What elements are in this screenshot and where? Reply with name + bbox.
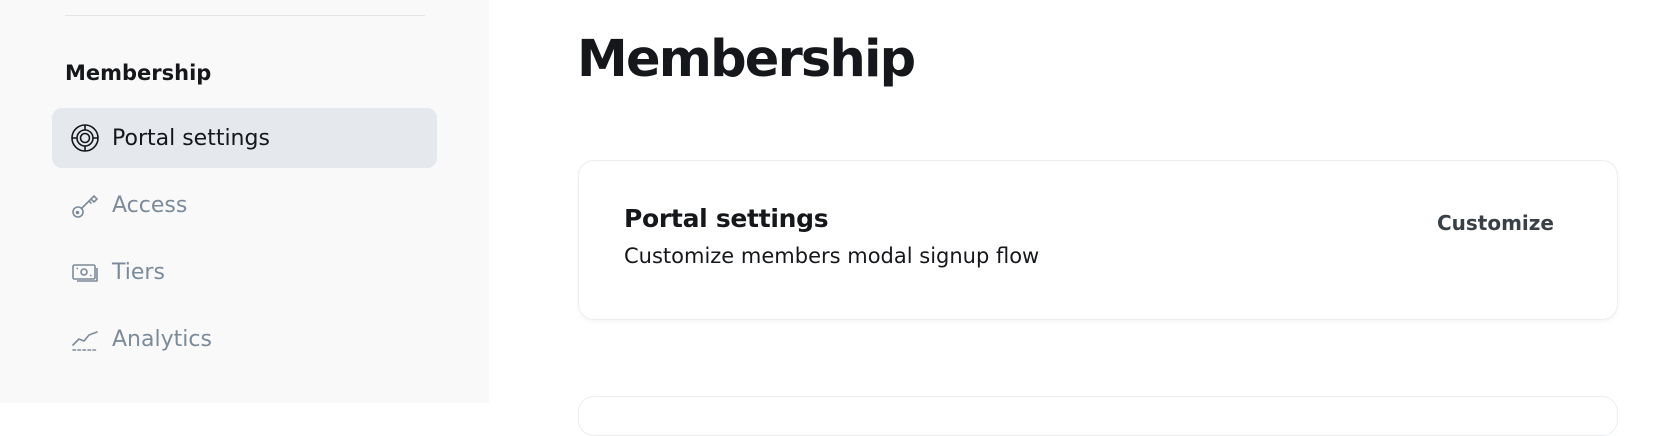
card-title: Portal settings (624, 204, 829, 233)
sidebar-item-portal-settings[interactable]: Portal settings (52, 108, 437, 168)
settings-sidebar: Membership Portal settings Access Tiers … (0, 0, 489, 403)
customize-button[interactable]: Customize (1437, 211, 1554, 235)
sidebar-section-title: Membership (65, 61, 212, 85)
sidebar-item-label: Portal settings (112, 125, 270, 151)
portal-icon (70, 123, 100, 153)
sidebar-item-analytics[interactable]: Analytics (52, 309, 437, 369)
analytics-chart-icon (70, 324, 100, 354)
sidebar-item-tiers[interactable]: Tiers (52, 242, 437, 302)
money-icon (70, 257, 100, 287)
sidebar-item-label: Analytics (112, 326, 212, 352)
card-description: Customize members modal signup flow (624, 244, 1040, 268)
page-title: Membership (577, 30, 916, 89)
key-icon (70, 190, 100, 220)
next-settings-card (578, 396, 1618, 436)
portal-settings-card: Portal settings Customize members modal … (578, 160, 1618, 320)
sidebar-item-label: Access (112, 192, 188, 218)
sidebar-divider (65, 15, 425, 16)
sidebar-item-access[interactable]: Access (52, 175, 437, 235)
sidebar-item-label: Tiers (112, 259, 165, 285)
